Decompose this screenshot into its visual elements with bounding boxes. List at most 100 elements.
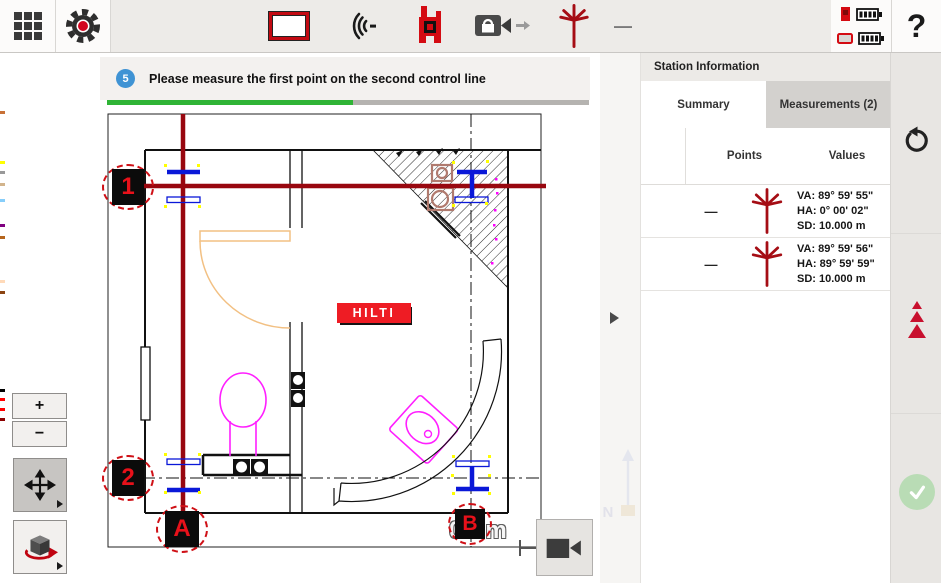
divider [891,413,941,414]
counter-drains [203,455,302,475]
station-battery-row [840,3,883,25]
triangle-medium-icon [910,311,924,322]
panel-title: Station Information [641,52,891,81]
submenu-corner-icon [57,500,63,508]
help-label: ? [907,8,927,45]
layer-color-tick [0,389,5,392]
points-column-header: Points [685,128,803,184]
measurement-row[interactable]: —VA: 89° 59' 55"HA: 0° 00' 02"SD: 10.000… [641,185,891,238]
overflow-menu-button[interactable]: — [608,0,638,52]
apps-menu-button[interactable] [0,0,55,52]
values-column-header: Values [803,128,891,184]
zoom-out-button[interactable]: − [12,421,67,447]
layer-color-tick [0,199,5,202]
help-button[interactable]: ? [892,0,941,52]
wall-pipes [291,372,305,407]
step-number-badge: 5 [116,69,135,88]
battery-icon [858,31,885,46]
signal-button[interactable] [341,0,381,52]
compass-label: N [602,504,613,521]
tab-summary[interactable]: Summary [641,81,766,128]
checkmark-icon [899,474,935,510]
settings-button[interactable] [56,0,110,52]
control-point-b-marker[interactable]: B [448,503,492,545]
marker-label: 1 [112,169,144,205]
north-arrow-icon [618,447,638,517]
marker-label: A [165,511,199,547]
prism-pole-button[interactable] [556,0,592,52]
zoom-in-button[interactable]: + [12,393,67,419]
prism-pole-icon [751,241,783,287]
prism-pole-icon [559,4,589,48]
station-information-panel: Station Information Summary Measurements… [640,52,891,583]
north-compass: N [600,447,640,521]
hilti-layout-app: 1 2 A B HILTI 0.2m 5 Please measure the … [0,0,941,583]
select-column-header [641,128,685,184]
divider [891,233,941,234]
camera-lock-button[interactable] [472,0,534,52]
scale-bar [520,540,536,556]
camera-icon [545,533,585,563]
instruction-text: Please measure the first point on the se… [149,72,486,86]
radio-waves-icon [342,8,380,44]
progress-fill [107,100,353,105]
station-mini-icon [840,6,851,22]
confirm-button[interactable] [891,472,941,512]
toilet [220,373,266,456]
top-toolbar: — [0,0,941,53]
dash-label: — [614,16,632,37]
layer-color-tick [0,280,5,283]
layer-color-tick [0,161,5,164]
interior-wall [290,150,302,513]
layer-color-tick [0,236,5,239]
gear-icon [63,6,103,46]
measurement-rows: —VA: 89° 59' 55"HA: 0° 00' 02"SD: 10.000… [641,185,891,291]
door [200,231,290,328]
tab-measurements[interactable]: Measurements (2) [766,81,891,128]
layer-color-tick [0,408,5,411]
grid-menu-icon [13,11,43,41]
camera-lock-icon [473,9,533,43]
control-point-1-marker[interactable]: 1 [102,164,154,210]
submenu-corner-icon [57,562,63,570]
control-point-2-marker[interactable]: 2 [102,455,154,501]
camera-view-button[interactable] [536,519,593,576]
controller-mini-icon [837,33,853,44]
pan-arrows-icon [24,469,56,501]
progress-bar [107,100,589,105]
marker-label: B [455,509,485,539]
layer-color-tick [0,418,5,421]
layout-view-button[interactable] [269,0,309,52]
total-station-button[interactable] [410,0,450,52]
measurement-row[interactable]: —VA: 89° 59' 56"HA: 89° 59' 59"SD: 10.00… [641,238,891,291]
panel-gutter: N [600,52,640,583]
measure-triangles-button[interactable] [891,297,941,341]
total-station-icon [413,5,447,47]
instruction-banner: 5 Please measure the first point on the … [100,57,590,100]
layer-color-tick [0,224,5,227]
point-label: — [685,204,737,219]
point-label: — [685,257,737,272]
rotate-3d-button[interactable] [13,520,67,574]
layer-color-tick [0,171,5,174]
panel-tabs: Summary Measurements (2) [641,81,891,128]
battery-status-button[interactable] [831,0,891,52]
rotate-cube-icon [22,529,58,565]
action-bar [890,52,941,583]
layer-color-tick [0,183,5,186]
layer-color-tick [0,291,5,294]
expand-panel-handle[interactable] [610,312,619,324]
layer-color-tick [0,398,5,401]
marker-label: 2 [112,460,144,496]
back-button[interactable] [891,124,941,158]
layer-color-tick [0,111,5,114]
pan-button[interactable] [13,458,67,512]
hatched-area [373,150,508,288]
wall-pilaster [141,347,150,420]
measurements-table-header: Points Values [641,128,891,185]
triangle-large-icon [908,324,926,338]
prism-pole-icon [751,188,783,234]
control-point-a-marker[interactable]: A [156,505,208,553]
back-undo-icon [902,126,932,156]
triangle-small-icon [912,301,922,309]
